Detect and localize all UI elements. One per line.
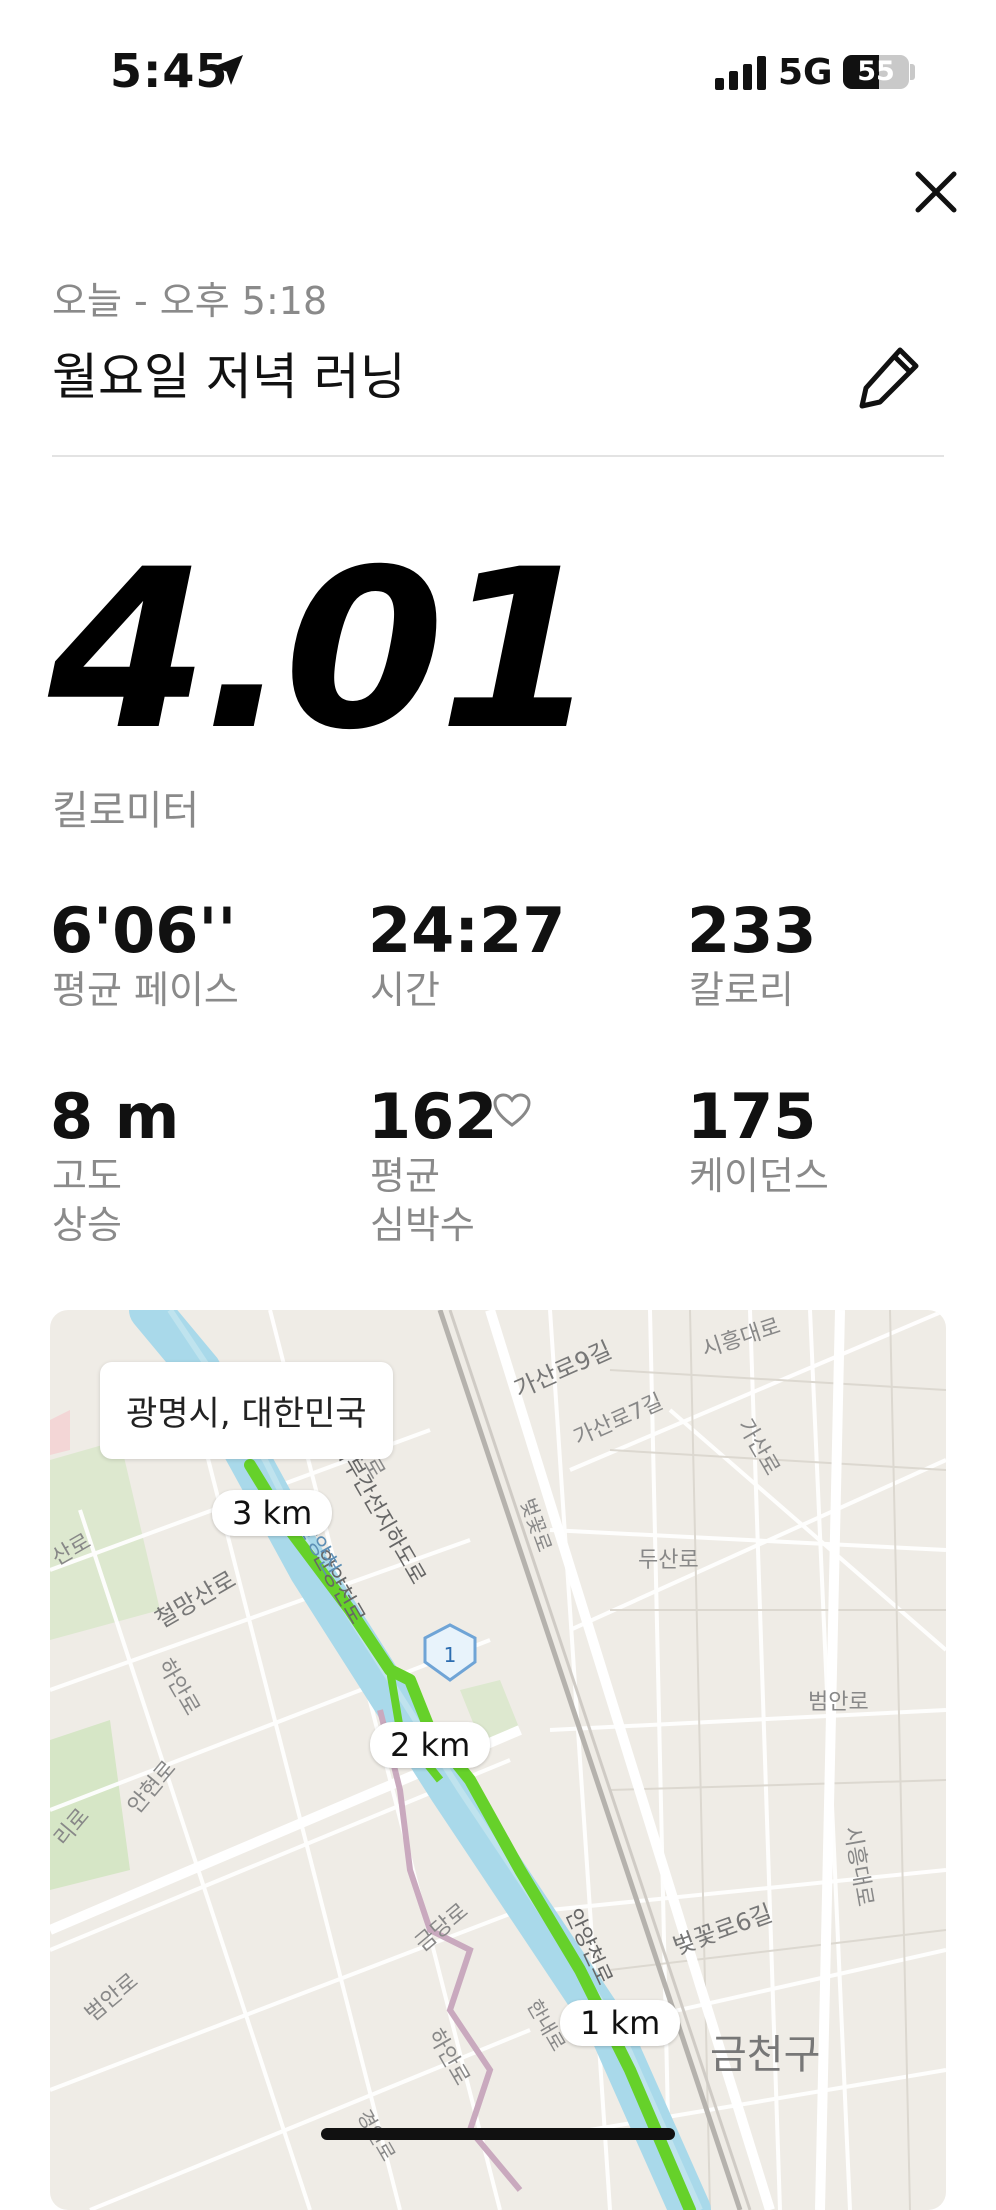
cadence-label: 케이던스 — [689, 1154, 829, 1198]
battery-tip — [910, 64, 915, 80]
signal-icon — [715, 56, 766, 90]
battery-level: 55 — [857, 56, 895, 87]
heart-rate-value: 162 — [368, 1080, 498, 1153]
route-map[interactable]: 1 가산로9길 가산로7길 가산로 시흥대로 두산로 범안로 시흥대로 벚꽃로6… — [50, 1310, 946, 2210]
network-type: 5G — [778, 52, 833, 93]
time-label: 시간 — [370, 968, 440, 1012]
heart-rate-label: 평균 심박수 — [370, 1152, 475, 1249]
distance-unit: 킬로미터 — [52, 788, 200, 834]
home-indicator[interactable] — [321, 2128, 675, 2140]
calories-value: 233 — [687, 894, 817, 967]
km-marker-3: 3 km — [212, 1490, 333, 1536]
header-divider — [52, 455, 944, 457]
heart-icon — [493, 1093, 531, 1127]
street-label: 두산로 — [638, 1548, 699, 1573]
run-date: 오늘 - 오후 5:18 — [52, 279, 328, 323]
map-location-label: 광명시, 대한민국 — [100, 1362, 393, 1459]
calories-label: 칼로리 — [689, 968, 794, 1012]
distance-value: 4.01 — [48, 522, 599, 778]
heart-rate-label-line2: 심박수 — [370, 1202, 475, 1247]
pace-value: 6'06'' — [50, 894, 237, 967]
elevation-label-line2: 상승 — [52, 1202, 122, 1247]
elevation-label: 고도 상승 — [52, 1152, 122, 1249]
battery-icon: 55 — [843, 55, 909, 89]
km-marker-1: 1 km — [560, 2000, 681, 2046]
km-marker-2: 2 km — [370, 1722, 491, 1768]
elevation-value: 8 m — [50, 1080, 180, 1153]
time-value: 24:27 — [368, 894, 566, 967]
edit-pencil-icon[interactable] — [852, 338, 928, 414]
run-title: 월요일 저녁 러닝 — [52, 348, 406, 406]
street-label: 범안로 — [808, 1690, 869, 1715]
cadence-value: 175 — [687, 1080, 817, 1153]
pace-label: 평균 페이스 — [52, 968, 239, 1012]
district-label: 금천구 — [710, 2032, 821, 2078]
elevation-label-line1: 고도 — [52, 1154, 122, 1198]
heart-rate-label-line1: 평균 — [370, 1154, 440, 1198]
route-shield-number: 1 — [444, 1643, 457, 1667]
close-icon[interactable] — [904, 160, 968, 224]
location-arrow-icon — [213, 55, 243, 85]
